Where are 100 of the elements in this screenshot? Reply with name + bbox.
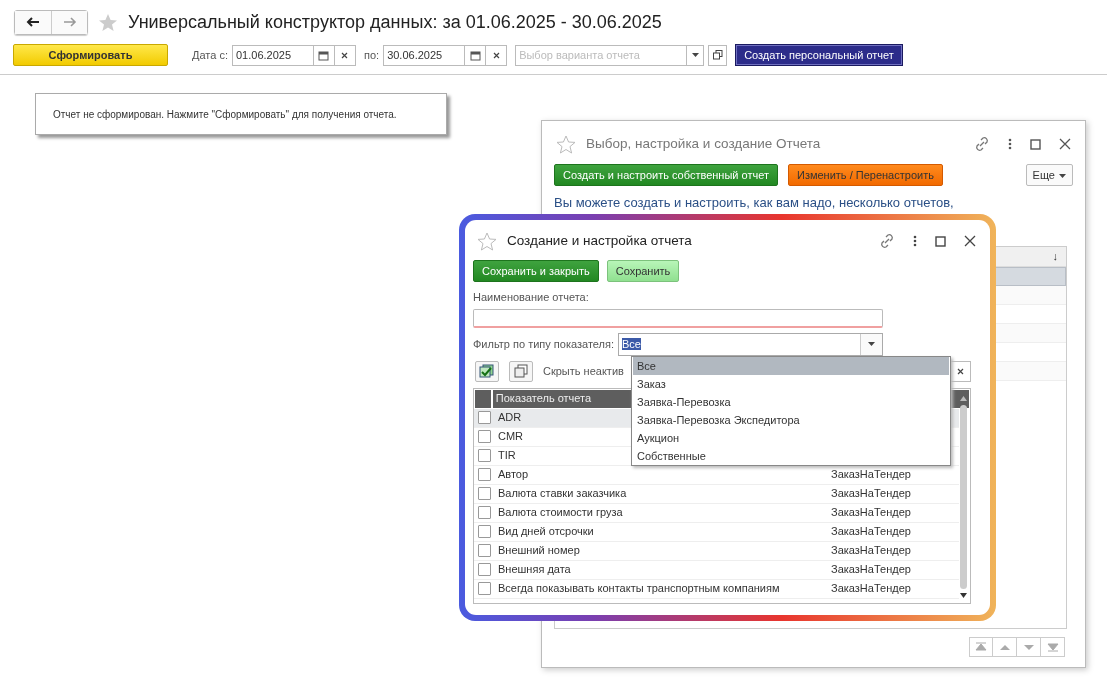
table-cell-text: Внешняя дата — [498, 562, 571, 578]
scroll-up-icon — [959, 395, 967, 401]
table-cell-text: Вид дней отсрочки — [498, 524, 594, 540]
dropdown-item[interactable]: Собственные — [633, 447, 949, 465]
checkbox[interactable] — [478, 525, 491, 538]
scroll-bottom-button[interactable] — [1041, 637, 1065, 657]
close-icon[interactable] — [964, 235, 976, 247]
save-and-close-button[interactable]: Сохранить и закрыть — [473, 260, 599, 282]
date-field[interactable]: 01.06.2025 — [232, 44, 314, 66]
report-name-field[interactable] — [473, 308, 883, 328]
caret-icon — [691, 53, 699, 57]
more-icon[interactable] — [913, 235, 917, 247]
table-row[interactable]: Валюта стоимости груза ЗаказНаТендер — [474, 503, 959, 523]
table-cell-text: ADR — [498, 410, 522, 426]
save-button[interactable]: Сохранить — [606, 260, 680, 282]
forward-arrow-icon — [62, 17, 77, 27]
checkbox[interactable] — [478, 430, 491, 443]
table-cell-text: TIR — [498, 448, 516, 464]
dropdown-item[interactable]: Заявка-Перевозка — [633, 393, 949, 411]
table-row[interactable]: Вид дней отсрочки ЗаказНаТендер — [474, 522, 959, 542]
table-cell-text: Автор — [498, 467, 529, 483]
dropdown-item[interactable]: Заявка-Перевозка Экспедитора — [633, 411, 949, 429]
clear-button[interactable] — [335, 44, 356, 66]
table-cell-text: ЗаказНаТендер — [831, 505, 912, 521]
field-label: Фильтр по типу показателя: — [473, 336, 614, 352]
dropdown-button[interactable] — [687, 44, 705, 66]
report-message: Отчет не сформирован. Нажмите "Сформировать" для получения отчета. — [35, 93, 447, 135]
table-cell-text: ЗаказНаТендер — [831, 486, 912, 502]
more-button[interactable]: Еще — [1025, 164, 1073, 186]
checkmark-icon — [479, 364, 495, 378]
window-title: Создание и настройка отчета — [507, 231, 693, 250]
table-cell-text: Внешний номер — [498, 543, 580, 559]
clear-button[interactable] — [486, 44, 508, 66]
table-row[interactable]: Всегда показывать контакты транспортным компаниям ЗаказНаТендер — [474, 579, 959, 599]
link-icon[interactable] — [974, 136, 990, 152]
table-row[interactable]: Внешний номер ЗаказНаТендер — [474, 541, 959, 561]
back-button[interactable] — [15, 10, 51, 34]
maximize-icon[interactable] — [1030, 138, 1041, 150]
field-label: Наименование отчета: — [473, 290, 589, 305]
create-report-button[interactable]: Создать и настроить собственный отчет — [554, 164, 778, 186]
calendar-icon — [318, 49, 330, 61]
table-row[interactable]: Внешняя дата ЗаказНаТендер — [474, 560, 959, 580]
table-cell-text: ЗаказНаТендер — [831, 543, 912, 559]
scroll-down-icon — [959, 592, 967, 598]
scroll-down-button[interactable] — [1017, 637, 1041, 657]
checkbox[interactable] — [478, 411, 491, 424]
window-title: Универсальный конструктор данных: за 01.06.2025 - 30.06.2025 — [128, 10, 662, 34]
checkbox[interactable] — [478, 487, 491, 500]
calendar-icon — [469, 49, 481, 61]
scroll-top-button[interactable] — [969, 637, 993, 657]
window-title: Выбор, настройка и создание Отчета — [586, 134, 822, 153]
close-icon[interactable] — [1059, 138, 1071, 150]
checkbox[interactable] — [478, 582, 491, 595]
column-header — [475, 389, 491, 408]
calendar-button[interactable] — [465, 44, 487, 66]
star-icon[interactable] — [477, 231, 497, 251]
checkbox[interactable] — [478, 506, 491, 519]
scroll-down-icon — [1022, 642, 1035, 652]
maximize-icon[interactable] — [935, 235, 946, 247]
date-to-label: по: — [364, 47, 380, 63]
selected-value: Все — [622, 337, 641, 350]
checkbox[interactable] — [478, 563, 491, 576]
caret-icon — [1059, 173, 1066, 178]
dropdown-item[interactable]: Все — [633, 357, 949, 375]
star-icon[interactable] — [98, 12, 118, 32]
checkbox-label: Скрыть неактив — [543, 363, 624, 379]
table-cell-text: ЗаказНаТендер — [831, 581, 912, 597]
table-row[interactable]: Валюта ставки заказчика ЗаказНаТендер — [474, 484, 959, 504]
personal-report-button[interactable]: Создать персональный отчет — [735, 44, 903, 66]
table-cell-text: CMR — [498, 429, 524, 445]
check-all-button[interactable] — [475, 360, 499, 382]
more-icon[interactable] — [1008, 138, 1012, 150]
date-from-label: Дата с: — [192, 47, 228, 63]
close-icon — [341, 51, 349, 59]
scroll-up-button[interactable] — [993, 637, 1017, 657]
sort-indicator: ↓ — [1052, 249, 1058, 265]
copy-button[interactable] — [708, 44, 728, 66]
table-cell-text: Всегда показывать контакты транспортным компаниям — [498, 581, 780, 597]
close-icon — [956, 367, 964, 375]
dropdown-item[interactable]: Аукцион — [633, 429, 949, 447]
clear-button[interactable] — [949, 360, 971, 382]
table-cell-text: ЗаказНаТендер — [831, 562, 912, 578]
copy-icon — [514, 364, 528, 378]
filter-combobox[interactable]: Все — [618, 332, 883, 356]
table-cell-text: Валюта стоимости груза — [498, 505, 623, 521]
back-arrow-icon — [26, 17, 40, 27]
scroll-bottom-icon — [1046, 642, 1059, 652]
scroll-up-icon — [998, 642, 1011, 652]
change-report-button[interactable]: Изменить / Перенастроить — [788, 164, 943, 186]
generate-button[interactable]: Сформировать — [13, 44, 168, 66]
copy-icon — [712, 50, 723, 60]
checkbox[interactable] — [478, 449, 491, 462]
calendar-button[interactable] — [314, 44, 335, 66]
close-icon — [492, 51, 500, 59]
scroll-top-icon — [975, 642, 987, 652]
checkbox[interactable] — [478, 468, 491, 481]
checkbox[interactable] — [478, 544, 491, 557]
star-icon[interactable] — [556, 134, 576, 154]
date-field[interactable]: 30.06.2025 — [383, 44, 466, 66]
link-icon[interactable] — [879, 233, 895, 249]
